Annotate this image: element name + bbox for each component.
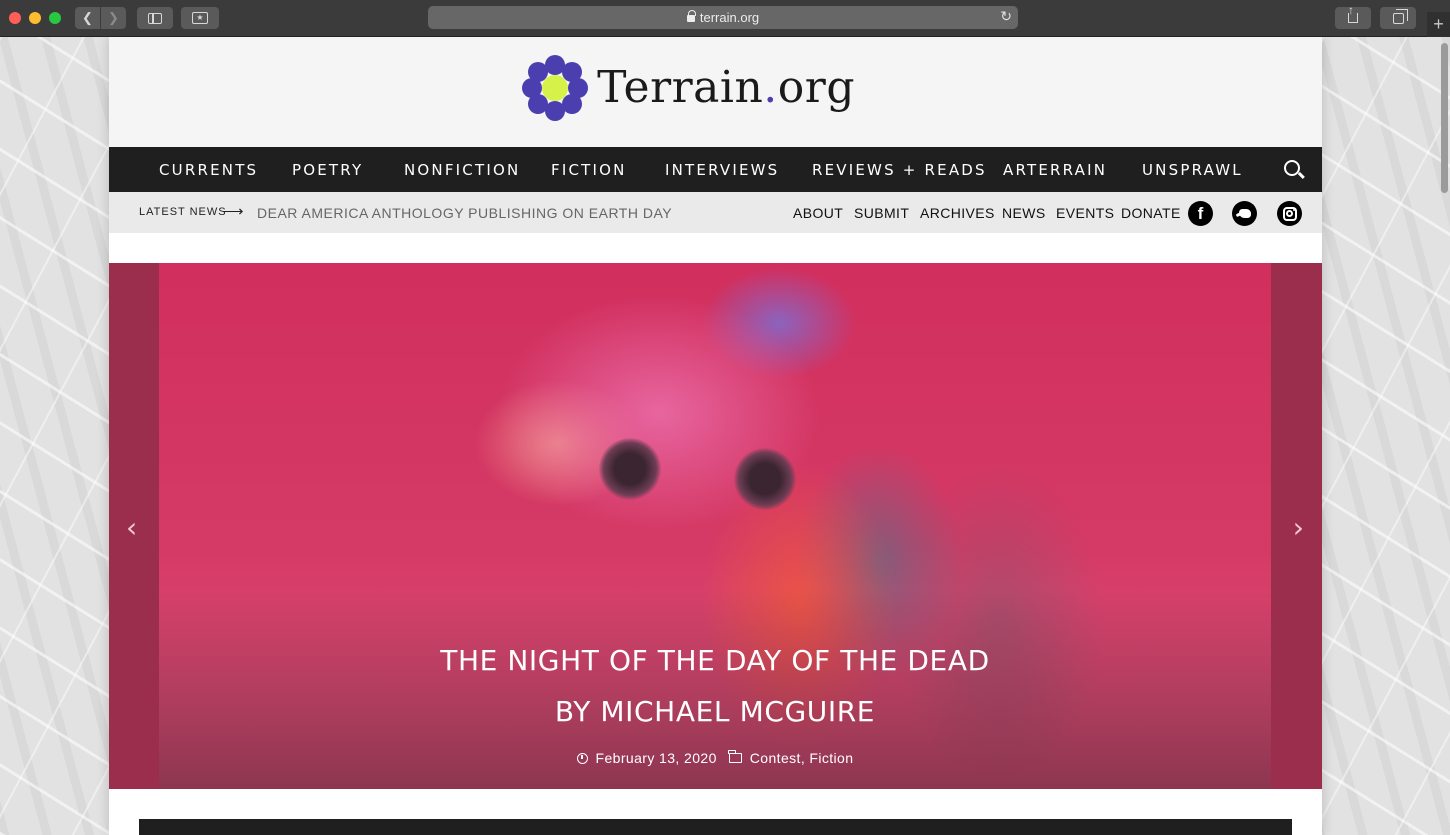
nav-item-interviews[interactable]: INTERVIEWS bbox=[665, 161, 779, 179]
twitter-icon[interactable] bbox=[1232, 201, 1257, 226]
link-events[interactable]: EVENTS bbox=[1056, 205, 1114, 221]
sidebar-icon bbox=[148, 12, 162, 24]
tabs-icon bbox=[1392, 8, 1408, 24]
fullscreen-window-button[interactable] bbox=[49, 12, 61, 24]
share-icon bbox=[1348, 3, 1358, 23]
story-byline[interactable]: BY MICHAEL MCGUIRE bbox=[159, 695, 1271, 728]
slider-prev-arrow-icon[interactable]: ‹ bbox=[126, 511, 137, 544]
close-window-button[interactable] bbox=[9, 12, 21, 24]
secondary-bar: LATEST NEWS ⟶ DEAR AMERICA ANTHOLOGY PUB… bbox=[109, 192, 1322, 233]
featured-slider: ‹ › THE NIGHT OF THE DAY OF THE DEAD BY … bbox=[109, 263, 1322, 789]
link-archives[interactable]: ARCHIVES bbox=[920, 205, 995, 221]
main-navigation: CURRENTS POETRY NONFICTION FICTION INTER… bbox=[109, 147, 1322, 192]
sidebar-toggle-button[interactable] bbox=[137, 7, 173, 29]
slider-next-arrow-icon[interactable]: › bbox=[1293, 511, 1304, 544]
minimize-window-button[interactable] bbox=[29, 12, 41, 24]
site-logo[interactable]: Terrain.org bbox=[520, 52, 855, 124]
browser-toolbar: ❮ ❯ ★ terrain.org ↻ + bbox=[0, 0, 1450, 37]
page-viewport: Terrain.org CURRENTS POETRY NONFICTION F… bbox=[0, 37, 1450, 835]
scrollbar[interactable] bbox=[1441, 43, 1448, 193]
story-meta: February 13, 2020 Contest, Fiction bbox=[159, 750, 1271, 766]
nav-item-currents[interactable]: CURRENTS bbox=[159, 161, 258, 179]
clock-icon bbox=[576, 752, 588, 764]
chevron-right-icon: ❯ bbox=[108, 10, 119, 25]
folder-icon bbox=[728, 750, 742, 763]
forward-button[interactable]: ❯ bbox=[101, 7, 126, 29]
search-icon[interactable] bbox=[1284, 160, 1300, 176]
site-header: Terrain.org bbox=[109, 37, 1322, 147]
nav-item-reviews-reads[interactable]: REVIEWS + READS bbox=[812, 161, 987, 179]
url-text: terrain.org bbox=[699, 10, 760, 25]
reload-icon[interactable]: ↻ bbox=[1000, 8, 1012, 25]
nav-item-unsprawl[interactable]: UNSPRAWL bbox=[1142, 161, 1243, 179]
instagram-icon[interactable] bbox=[1277, 201, 1302, 226]
address-bar[interactable]: terrain.org ↻ bbox=[428, 6, 1018, 29]
link-news[interactable]: NEWS bbox=[1002, 205, 1046, 221]
nav-item-arterrain[interactable]: ARTERRAIN bbox=[1003, 161, 1107, 179]
chevron-left-icon: ❮ bbox=[82, 10, 93, 25]
facebook-icon[interactable]: f bbox=[1188, 201, 1213, 226]
story-title[interactable]: THE NIGHT OF THE DAY OF THE DEAD bbox=[159, 644, 1271, 677]
latest-news-label: LATEST NEWS bbox=[139, 206, 227, 218]
tab-overview-button[interactable] bbox=[1380, 7, 1416, 29]
site-container: Terrain.org CURRENTS POETRY NONFICTION F… bbox=[109, 37, 1322, 835]
logo-wordmark: Terrain.org bbox=[597, 62, 855, 113]
arrow-right-icon: ⟶ bbox=[222, 203, 244, 220]
story-date: February 13, 2020 bbox=[595, 750, 717, 766]
new-tab-button[interactable]: + bbox=[1427, 12, 1450, 37]
nav-item-fiction[interactable]: FICTION bbox=[551, 161, 627, 179]
link-submit[interactable]: SUBMIT bbox=[854, 205, 909, 221]
share-button[interactable] bbox=[1335, 3, 1371, 29]
content-section-bar bbox=[139, 819, 1292, 835]
star-icon: ★ bbox=[192, 12, 208, 24]
lock-icon bbox=[686, 10, 696, 22]
latest-news-headline[interactable]: DEAR AMERICA ANTHOLOGY PUBLISHING ON EAR… bbox=[257, 205, 672, 221]
favorites-button[interactable]: ★ bbox=[181, 7, 219, 29]
story-categories[interactable]: Contest, Fiction bbox=[750, 750, 854, 766]
link-donate[interactable]: DONATE bbox=[1121, 205, 1181, 221]
flower-logo-icon bbox=[520, 53, 589, 123]
back-button[interactable]: ❮ bbox=[75, 7, 100, 29]
nav-item-nonfiction[interactable]: NONFICTION bbox=[404, 161, 520, 179]
link-about[interactable]: ABOUT bbox=[793, 205, 843, 221]
nav-item-poetry[interactable]: POETRY bbox=[292, 161, 363, 179]
plus-icon: + bbox=[1433, 14, 1444, 34]
